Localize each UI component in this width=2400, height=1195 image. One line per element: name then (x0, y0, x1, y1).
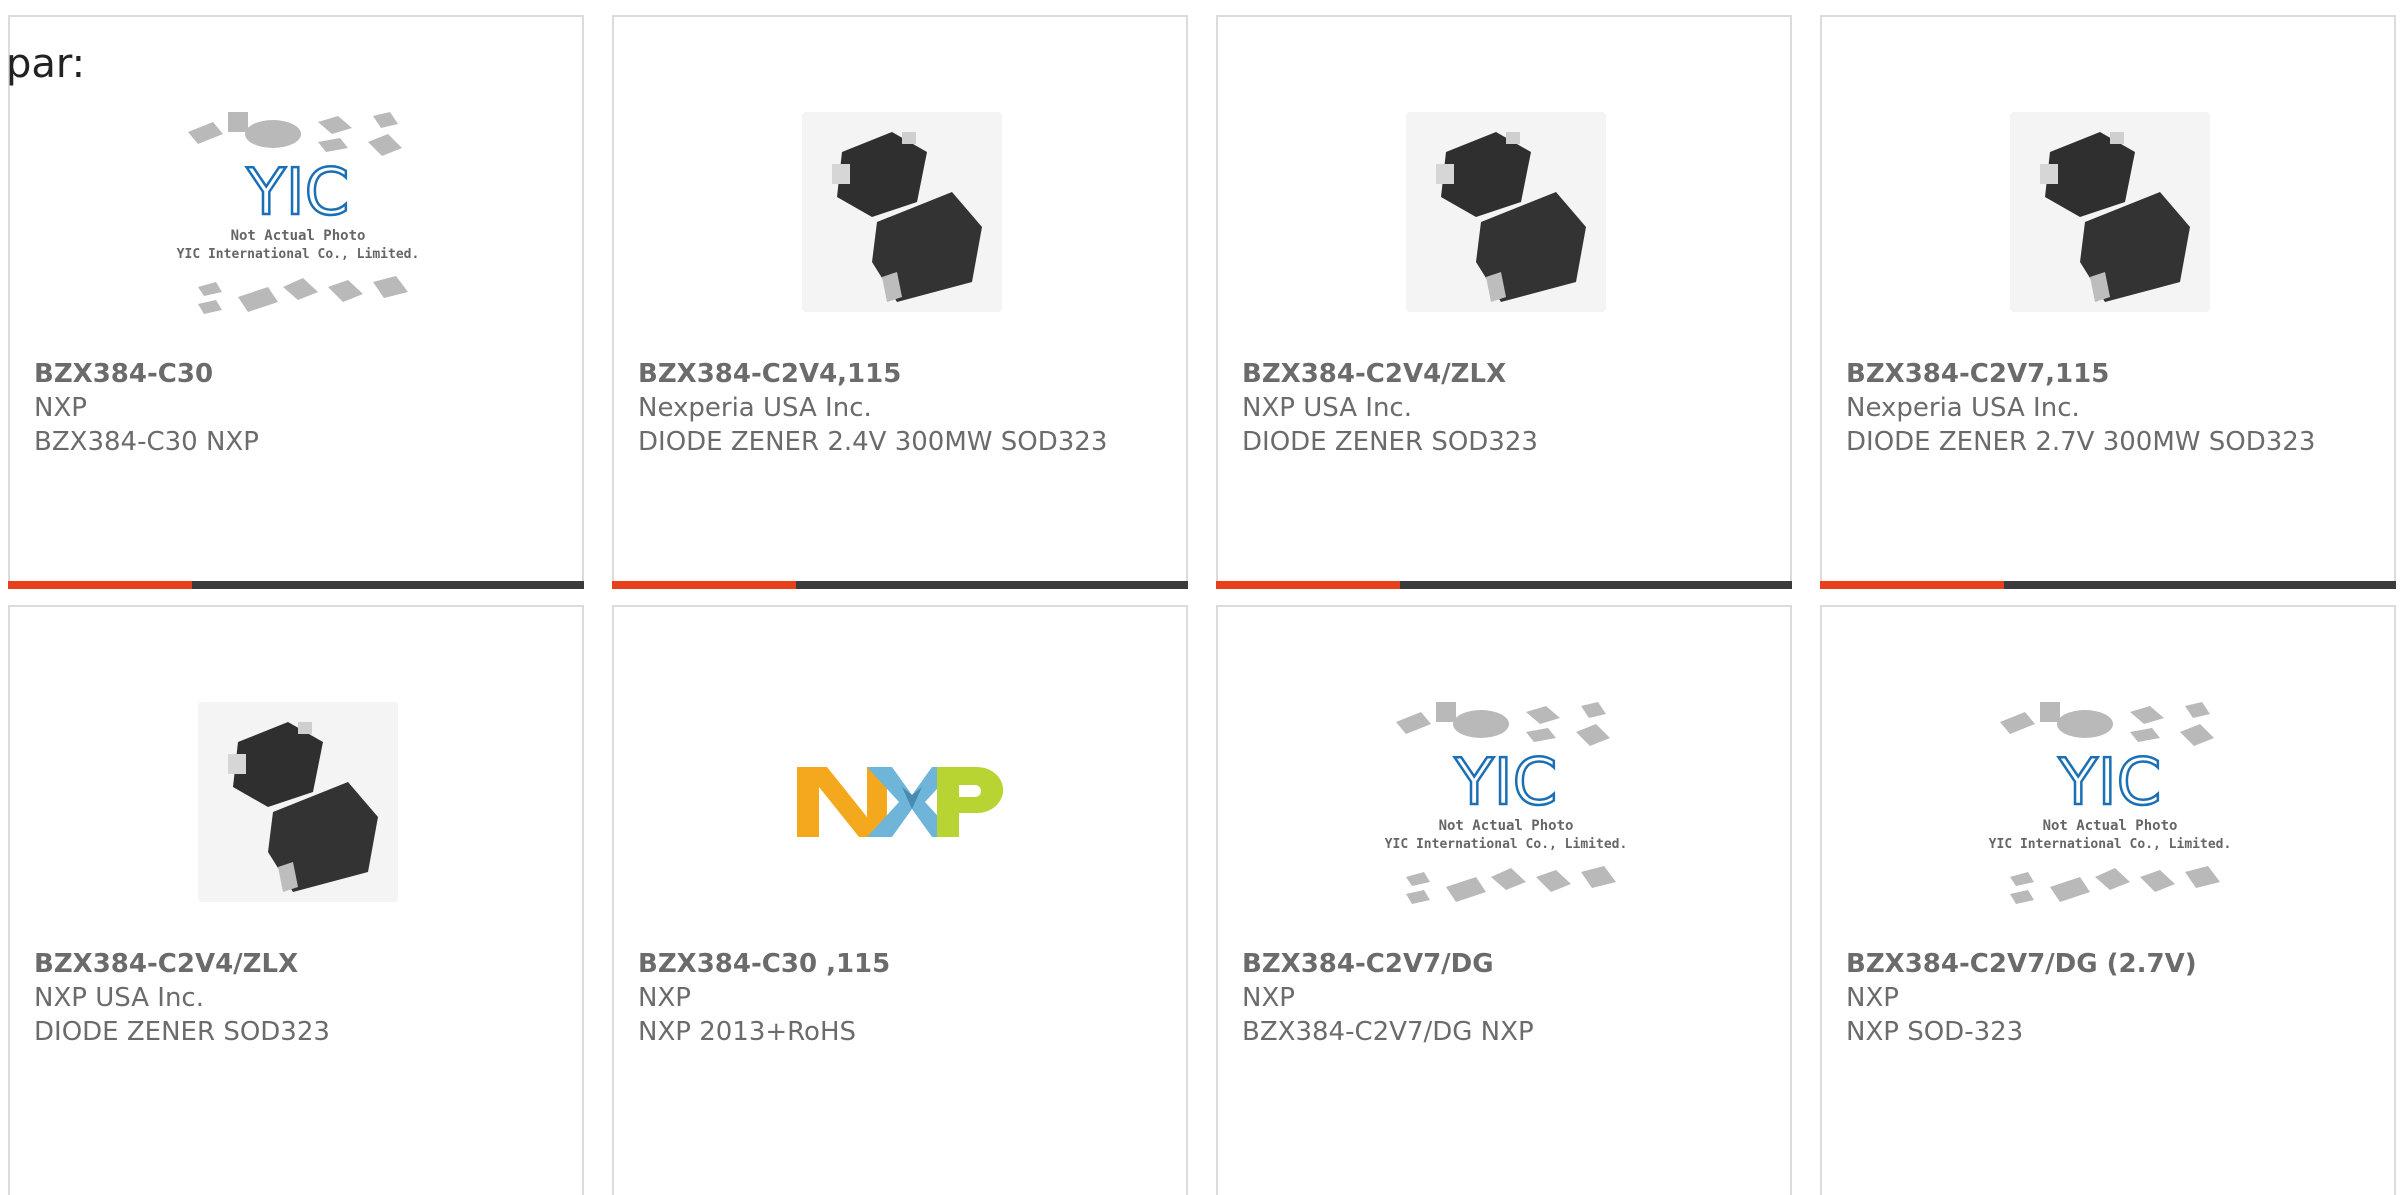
placeholder-caption-1: Not Actual Photo (1439, 818, 1574, 834)
product-info: BZX384-C2V4/ZLX NXP USA Inc. DIODE ZENER… (1242, 357, 1782, 459)
sod323-package-icon (2010, 112, 2210, 312)
product-card[interactable]: YIC Not Actual Photo YIC International C… (8, 15, 584, 589)
product-info: BZX384-C2V4/ZLX NXP USA Inc. DIODE ZENER… (34, 947, 574, 1049)
nxp-logo-icon (797, 767, 1004, 837)
product-image (1822, 77, 2398, 347)
card-bottom-bar (1820, 581, 2396, 589)
product-image (1218, 77, 1794, 347)
product-card[interactable]: BZX384-C2V7,115 Nexperia USA Inc. DIODE … (1820, 15, 2396, 589)
product-image (614, 77, 1190, 347)
placeholder-caption-1: Not Actual Photo (231, 228, 366, 244)
sod323-package-icon (802, 112, 1002, 312)
product-card[interactable]: BZX384-C2V4/ZLX NXP USA Inc. DIODE ZENER… (1216, 15, 1792, 589)
description: BZX384-C30 NXP (34, 427, 259, 457)
manufacturer: NXP (1242, 983, 1295, 1013)
card-bar-accent (1216, 581, 1400, 589)
card-bottom-bar (612, 581, 1188, 589)
product-card[interactable]: BZX384-C2V4,115 Nexperia USA Inc. DIODE … (612, 15, 1188, 589)
product-image: YIC Not Actual Photo YIC International C… (1822, 667, 2398, 937)
placeholder-caption-2: YIC International Co., Limited. (1385, 837, 1628, 852)
card-bar-accent (8, 581, 192, 589)
yic-logo-icon: YIC (246, 156, 350, 230)
description: DIODE ZENER 2.7V 300MW SOD323 (1846, 427, 2316, 457)
product-card[interactable]: BZX384-C30 ,115 NXP NXP 2013+RoHS (612, 605, 1188, 1195)
product-info: BZX384-C30 NXP BZX384-C30 NXP (34, 357, 574, 459)
placeholder-caption-1: Not Actual Photo (2043, 818, 2178, 834)
part-number-link[interactable]: BZX384-C2V4,115 (638, 357, 1178, 391)
product-info: BZX384-C2V7/DG (2.7V) NXP NXP SOD-323 (1846, 947, 2386, 1049)
product-card[interactable]: YIC Not Actual Photo YIC International C… (1820, 605, 2396, 1195)
product-image: YIC Not Actual Photo YIC International C… (1218, 667, 1794, 937)
manufacturer: Nexperia USA Inc. (638, 393, 872, 423)
part-number-link[interactable]: BZX384-C2V7/DG (1242, 947, 1782, 981)
description: NXP SOD-323 (1846, 1017, 2024, 1047)
card-bar-accent (1820, 581, 2004, 589)
product-image (614, 667, 1190, 937)
card-bottom-bar (8, 581, 584, 589)
card-bottom-bar (1216, 581, 1792, 589)
part-number-link[interactable]: BZX384-C30 ,115 (638, 947, 1178, 981)
manufacturer: NXP (1846, 983, 1899, 1013)
placeholder-image-icon: YIC Not Actual Photo YIC International C… (1989, 702, 2232, 904)
manufacturer: NXP USA Inc. (34, 983, 204, 1013)
manufacturer: NXP (638, 983, 691, 1013)
part-number-link[interactable]: BZX384-C2V7/DG (2.7V) (1846, 947, 2386, 981)
page-heading: par: (6, 41, 86, 87)
part-number-link[interactable]: BZX384-C2V4/ZLX (1242, 357, 1782, 391)
product-info: BZX384-C30 ,115 NXP NXP 2013+RoHS (638, 947, 1178, 1049)
description: DIODE ZENER SOD323 (34, 1017, 330, 1047)
manufacturer: NXP (34, 393, 87, 423)
manufacturer: Nexperia USA Inc. (1846, 393, 2080, 423)
description: DIODE ZENER 2.4V 300MW SOD323 (638, 427, 1108, 457)
description: DIODE ZENER SOD323 (1242, 427, 1538, 457)
sod323-package-icon (1406, 112, 1606, 312)
part-number-link[interactable]: BZX384-C30 (34, 357, 574, 391)
product-card[interactable]: BZX384-C2V4/ZLX NXP USA Inc. DIODE ZENER… (8, 605, 584, 1195)
placeholder-caption-2: YIC International Co., Limited. (177, 247, 420, 262)
part-number-link[interactable]: BZX384-C2V7,115 (1846, 357, 2386, 391)
product-grid: YIC Not Actual Photo YIC International C… (8, 15, 2400, 1195)
part-number-link[interactable]: BZX384-C2V4/ZLX (34, 947, 574, 981)
placeholder-caption-2: YIC International Co., Limited. (1989, 837, 2232, 852)
product-info: BZX384-C2V7,115 Nexperia USA Inc. DIODE … (1846, 357, 2386, 459)
card-bar-accent (612, 581, 796, 589)
product-image (10, 667, 586, 937)
sod323-package-icon (198, 702, 398, 902)
product-info: BZX384-C2V4,115 Nexperia USA Inc. DIODE … (638, 357, 1178, 459)
description: BZX384-C2V7/DG NXP (1242, 1017, 1534, 1047)
placeholder-image-icon: YIC Not Actual Photo YIC International C… (177, 112, 420, 314)
placeholder-image-icon: YIC Not Actual Photo YIC International C… (1385, 702, 1628, 904)
yic-logo-icon: YIC (1454, 746, 1558, 820)
yic-logo-icon: YIC (2058, 746, 2162, 820)
product-image: YIC Not Actual Photo YIC International C… (10, 77, 586, 347)
description: NXP 2013+RoHS (638, 1017, 857, 1047)
product-info: BZX384-C2V7/DG NXP BZX384-C2V7/DG NXP (1242, 947, 1782, 1049)
product-card[interactable]: YIC Not Actual Photo YIC International C… (1216, 605, 1792, 1195)
manufacturer: NXP USA Inc. (1242, 393, 1412, 423)
